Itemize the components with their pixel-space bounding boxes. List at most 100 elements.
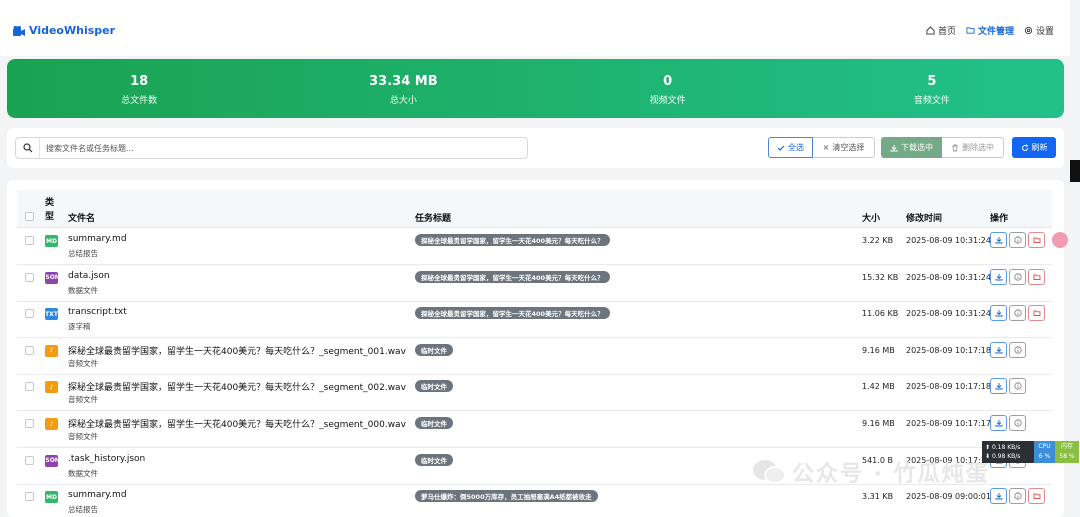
download-icon [995, 420, 1002, 427]
row-actions [990, 341, 1026, 358]
file-size: 15.32 KB [862, 272, 899, 282]
memory-monitor: 内存 58 % [1055, 441, 1079, 463]
header-mtime: 修改时间 [906, 214, 943, 224]
folder-icon [1033, 237, 1040, 243]
file-size: 11.06 KB [862, 309, 899, 319]
open-folder-button[interactable] [1028, 305, 1045, 322]
file-size: 3.31 KB [862, 492, 894, 502]
row-checkbox[interactable] [25, 345, 34, 355]
download-button[interactable] [990, 232, 1007, 248]
row-checkbox[interactable] [25, 382, 34, 392]
file-toolbar: 全选 × 清空选择 下载选中 删除选中 刷新 [7, 128, 1064, 168]
nav-home-label: 首页 [937, 27, 956, 37]
brand[interactable]: VideoWhisper [13, 24, 115, 37]
select-all-checkbox[interactable] [25, 212, 34, 221]
open-folder-button[interactable] [1028, 232, 1045, 248]
file-size: 9.16 MB [862, 345, 895, 355]
nav-files-label: 文件管理 [977, 27, 1014, 37]
row-checkbox[interactable] [25, 272, 34, 282]
file-type-icon: TXT [45, 308, 58, 321]
row-actions [990, 488, 1045, 505]
table-row[interactable]: ♪ 探秘全球最贵留学国家，留学生一天花400美元？每天吃什么？_segment_0… [17, 411, 1052, 448]
info-button[interactable] [1009, 268, 1026, 285]
search-box [15, 137, 528, 159]
open-folder-button[interactable] [1028, 268, 1045, 285]
file-type-icon: MD [45, 235, 58, 247]
download-icon [995, 493, 1002, 500]
stats-banner: 18 总文件数 33.34 MB 总大小 0 视频文件 5 音频文件 [7, 59, 1064, 118]
refresh-button[interactable]: 刷新 [1012, 137, 1056, 158]
table-row[interactable]: ♪ 探秘全球最贵留学国家，留学生一天花400美元？每天吃什么？_segment_0… [17, 374, 1052, 412]
row-checkbox[interactable] [25, 492, 34, 502]
info-icon [1013, 272, 1022, 281]
wechat-icon [753, 460, 786, 484]
table-row[interactable]: JSON data.json 数据文件 探秘全球最贵留学国家，留学生一天花400美元？… [17, 265, 1052, 302]
info-icon [1013, 309, 1022, 317]
clear-selection-button[interactable]: × 清空选择 [813, 137, 875, 158]
file-mtime: 2025-08-09 10:31:24 [906, 236, 991, 245]
download-button[interactable] [990, 341, 1007, 358]
table-row[interactable]: MD summary.md 总结报告 萝马仕爆炸：倒5000万库存，员工抽屉塞满A4纸… [17, 484, 1052, 517]
download-button[interactable] [990, 488, 1007, 505]
file-type-icon: JSON [43, 454, 60, 467]
row-checkbox[interactable] [25, 419, 34, 428]
file-name: .task_history.json [68, 453, 146, 464]
file-mtime: 2025-08-09 09:00:01 [906, 492, 991, 502]
upload-value: 0.18 KB/s [991, 444, 1021, 451]
info-button[interactable] [1009, 232, 1026, 248]
info-button[interactable] [1009, 341, 1026, 358]
row-actions [990, 378, 1026, 395]
info-button[interactable] [1009, 415, 1026, 431]
file-name: 探秘全球最贵留学国家，留学生一天花400美元？每天吃什么？_segment_00… [68, 346, 406, 357]
task-badge: 临时文件 [415, 380, 453, 393]
stat-value: 5 [927, 74, 937, 89]
file-type: 总结报告 [68, 249, 98, 258]
delete-selected-label: 删除选中 [962, 143, 994, 152]
download-button[interactable] [990, 268, 1007, 285]
file-name: 探秘全球最贵留学国家，留学生一天花400美元？每天吃什么？_segment_00… [68, 383, 406, 394]
side-scroll-handle[interactable] [1070, 160, 1080, 182]
task-badge: 临时文件 [415, 417, 453, 429]
close-icon: × [822, 143, 830, 152]
table-row[interactable]: MD summary.md 总结报告 探秘全球最贵留学国家，留学生一天花400美元？每… [17, 228, 1052, 265]
info-button[interactable] [1009, 305, 1026, 322]
open-folder-button[interactable] [1028, 488, 1045, 505]
info-icon [1013, 346, 1022, 354]
mem-label: 内存 [1060, 443, 1073, 450]
download-button[interactable] [990, 305, 1007, 322]
task-badge: 临时文件 [415, 343, 453, 356]
file-name: data.json [68, 270, 110, 281]
download-button[interactable] [990, 378, 1007, 395]
nav-files[interactable]: 文件管理 [966, 24, 1014, 37]
stat-total-size: 33.34 MB 总大小 [271, 59, 535, 118]
assistant-float-icon[interactable] [1052, 232, 1068, 248]
search-input[interactable] [40, 143, 520, 153]
table-row[interactable]: ♪ 探秘全球最贵留学国家，留学生一天花400美元？每天吃什么？_segment_0… [17, 338, 1052, 375]
file-mtime: 2025-08-09 10:31:24 [906, 309, 991, 319]
info-button[interactable] [1009, 488, 1026, 505]
nav-settings[interactable]: 设置 [1024, 24, 1054, 37]
download-icon [995, 237, 1002, 244]
folder-icon [966, 27, 975, 34]
task-badge: 探秘全球最贵留学国家，留学生一天花400美元？每天吃什么？ [415, 234, 610, 246]
file-size: 1.42 MB [862, 382, 895, 392]
stat-value: 0 [663, 74, 673, 89]
file-name: summary.md [68, 234, 127, 244]
download-icon [995, 310, 1002, 317]
nav-home[interactable]: 首页 [926, 24, 956, 37]
home-icon [926, 26, 935, 35]
download-selected-button[interactable]: 下载选中 [881, 137, 942, 158]
task-badge: 探秘全球最贵留学国家，留学生一天花400美元？每天吃什么？ [415, 307, 610, 320]
select-all-button[interactable]: 全选 [768, 137, 813, 158]
download-speed: ⬇ 0.98 KB/s [985, 453, 1021, 460]
row-checkbox[interactable] [25, 236, 34, 245]
info-button[interactable] [1009, 378, 1026, 395]
download-button[interactable] [990, 415, 1007, 431]
row-checkbox[interactable] [25, 309, 34, 319]
row-actions [990, 232, 1045, 248]
table-row[interactable]: TXT transcript.txt 逐字稿 探秘全球最贵留学国家，留学生一天花400… [17, 301, 1052, 339]
delete-selected-button[interactable]: 删除选中 [942, 137, 1004, 158]
row-checkbox[interactable] [25, 455, 34, 465]
refresh-label: 刷新 [1031, 143, 1048, 152]
row-actions [990, 305, 1045, 322]
